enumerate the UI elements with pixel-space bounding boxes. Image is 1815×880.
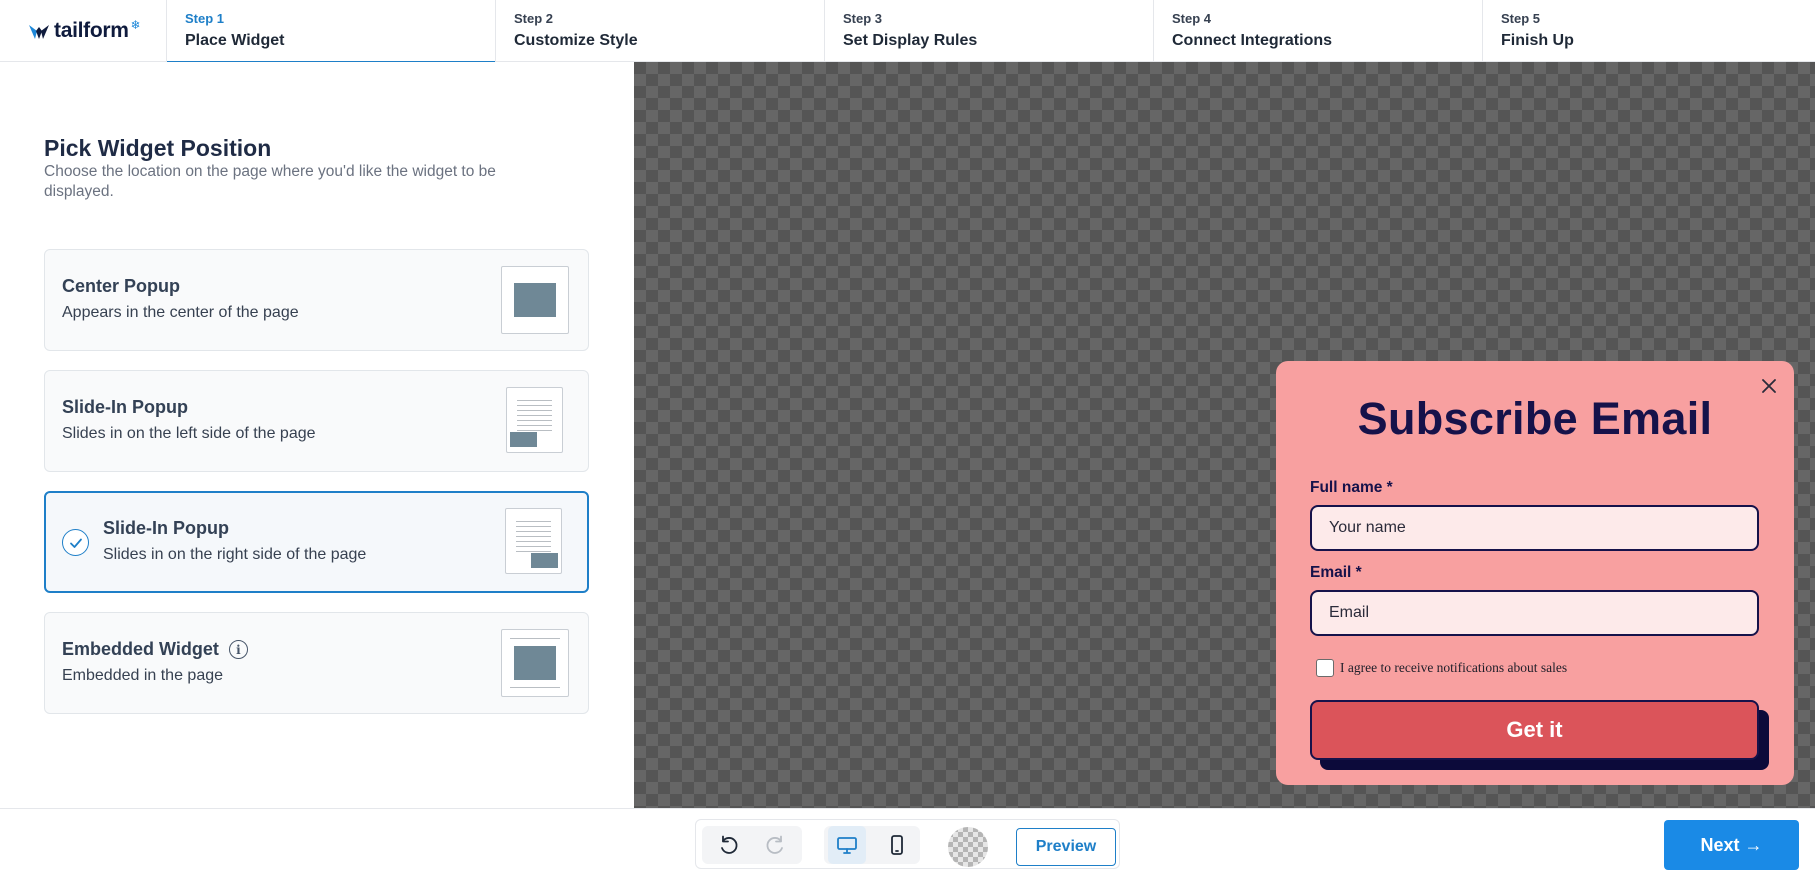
tab-step-1[interactable]: Step 1 Place Widget — [167, 0, 496, 63]
full-name-input[interactable] — [1310, 505, 1759, 551]
slide-in-right-thumbnail — [505, 508, 562, 574]
tab-step-3[interactable]: Step 3 Set Display Rules — [825, 0, 1154, 62]
logo-text: tailform — [54, 19, 129, 42]
desktop-icon[interactable] — [828, 826, 866, 864]
preview-toolbar: Preview — [695, 819, 1120, 869]
option-title: Slide-In Popup — [103, 518, 229, 539]
email-input[interactable] — [1310, 590, 1759, 636]
step-number: Step 5 — [1501, 11, 1541, 26]
next-button[interactable]: Next → — [1664, 820, 1799, 870]
option-title-text: Slide-In Popup — [103, 518, 229, 538]
email-label: Email * — [1310, 564, 1362, 581]
undo-icon[interactable] — [709, 826, 747, 864]
option-title: Embedded Widget i — [62, 639, 248, 660]
slide-in-left-thumbnail — [506, 387, 563, 453]
footer: Preview Next → — [0, 808, 1815, 880]
history-group — [702, 826, 802, 864]
step-number: Step 3 — [843, 11, 883, 26]
option-subtitle: Appears in the center of the page — [62, 304, 299, 321]
option-title: Center Popup — [62, 276, 180, 297]
option-title-text: Embedded Widget — [62, 639, 219, 659]
embedded-widget-thumbnail — [501, 629, 569, 697]
position-panel: Pick Widget Position Choose the location… — [0, 62, 634, 808]
step-title: Finish Up — [1501, 32, 1574, 49]
get-it-button[interactable]: Get it — [1310, 700, 1759, 760]
tab-step-5[interactable]: Step 5 Finish Up — [1483, 0, 1815, 62]
step-title: Set Display Rules — [843, 32, 978, 49]
full-name-label: Full name * — [1310, 479, 1393, 496]
widget-title: Subscribe Email — [1357, 393, 1713, 444]
tab-step-2[interactable]: Step 2 Customize Style — [496, 0, 825, 62]
step-number: Step 2 — [514, 11, 554, 26]
preview-button[interactable]: Preview — [1016, 828, 1116, 866]
header: tailform ❄ Step 1 Place Widget Step 2 Cu… — [0, 0, 1815, 63]
option-subtitle: Slides in on the right side of the page — [103, 546, 367, 563]
step-number: Step 1 — [185, 11, 225, 26]
option-slide-in-right[interactable]: Slide-In Popup Slides in on the right si… — [44, 491, 589, 593]
subscribe-widget: Subscribe Email Full name * Email * I ag… — [1276, 361, 1794, 785]
option-center-popup[interactable]: Center Popup Appears in the center of th… — [44, 249, 589, 351]
consent-checkbox[interactable] — [1316, 659, 1334, 677]
device-group — [824, 826, 920, 864]
step-number: Step 4 — [1172, 11, 1212, 26]
option-embedded-widget[interactable]: Embedded Widget i Embedded in the page — [44, 612, 589, 714]
option-subtitle: Embedded in the page — [62, 667, 224, 684]
tab-step-4[interactable]: Step 4 Connect Integrations — [1154, 0, 1483, 62]
option-title: Slide-In Popup — [62, 397, 188, 418]
step-title: Connect Integrations — [1172, 32, 1333, 49]
option-title-text: Center Popup — [62, 276, 181, 296]
center-popup-thumbnail — [501, 266, 569, 334]
logo[interactable]: tailform ❄ — [0, 0, 167, 62]
option-subtitle: Slides in on the left side of the page — [62, 425, 316, 442]
redo-icon[interactable] — [757, 826, 795, 864]
consent-checkbox-row: I agree to receive notifications about s… — [1316, 659, 1567, 677]
transparent-background-icon[interactable] — [948, 827, 988, 867]
step-title: Place Widget — [185, 32, 285, 49]
page-title: Pick Widget Position — [44, 135, 272, 161]
logo-icon — [29, 25, 49, 39]
mobile-icon[interactable] — [878, 826, 916, 864]
info-icon[interactable]: i — [228, 640, 248, 659]
checkmark-icon — [62, 529, 89, 556]
page-description: Choose the location on the page where yo… — [44, 163, 496, 200]
option-slide-in-left[interactable]: Slide-In Popup Slides in on the left sid… — [44, 370, 589, 472]
step-title: Customize Style — [514, 32, 638, 49]
option-title-text: Slide-In Popup — [62, 397, 188, 417]
consent-label: I agree to receive notifications about s… — [1340, 660, 1568, 675]
snowflake-icon: ❄ — [130, 18, 141, 32]
